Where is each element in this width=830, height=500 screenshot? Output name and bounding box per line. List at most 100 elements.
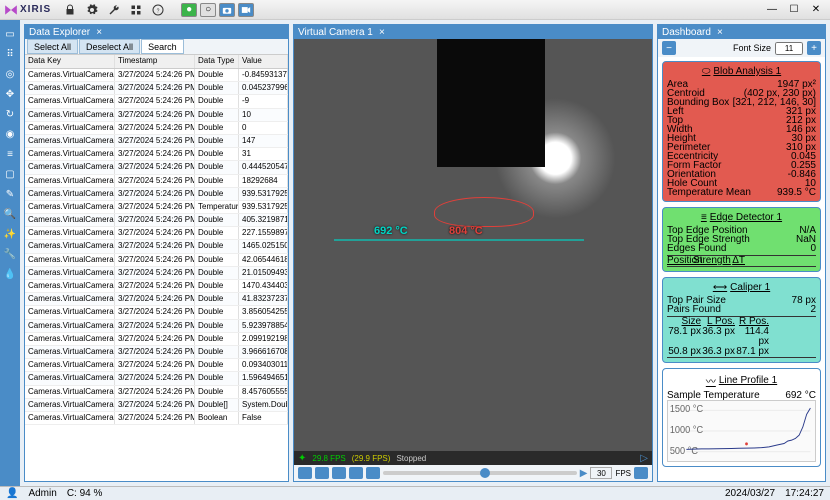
- table-row[interactable]: Cameras.VirtualCamera13/27/2024 5:24:26 …: [25, 135, 288, 148]
- lock-icon[interactable]: [63, 3, 77, 17]
- fps2-label: (29.9 FPS): [352, 454, 391, 463]
- play-button[interactable]: [332, 467, 346, 479]
- tool-drop2-icon[interactable]: 💧: [1, 265, 19, 283]
- table-row[interactable]: Cameras.VirtualCamera13/27/2024 5:24:26 …: [25, 254, 288, 267]
- col-value[interactable]: Value: [239, 55, 288, 68]
- tab-deselect-all[interactable]: Deselect All: [79, 39, 140, 54]
- table-row[interactable]: Cameras.VirtualCamera13/27/2024 5:24:26 …: [25, 214, 288, 227]
- table-row[interactable]: Cameras.VirtualCamera13/27/2024 5:24:26 …: [25, 109, 288, 122]
- data-grid: Data Key Timestamp Data Type Value Camer…: [25, 55, 288, 481]
- table-row[interactable]: Cameras.VirtualCamera13/27/2024 5:24:26 …: [25, 201, 288, 214]
- tool-wand-icon[interactable]: ✨: [1, 225, 19, 243]
- video-button[interactable]: [238, 3, 254, 17]
- dash-plus-button[interactable]: +: [807, 41, 821, 55]
- step-back-button[interactable]: [315, 467, 329, 479]
- prev-frame-button[interactable]: [298, 467, 312, 479]
- gear-icon[interactable]: [85, 3, 99, 17]
- svg-text:500 °C: 500 °C: [670, 446, 698, 457]
- settings-button[interactable]: [634, 467, 648, 479]
- table-row[interactable]: Cameras.VirtualCamera13/27/2024 5:24:26 …: [25, 320, 288, 333]
- frame-slider[interactable]: [383, 471, 577, 475]
- table-row[interactable]: Cameras.VirtualCamera13/27/2024 5:24:26 …: [25, 267, 288, 280]
- tool-drop-icon[interactable]: ◉: [1, 125, 19, 143]
- table-row[interactable]: Cameras.VirtualCamera13/27/2024 5:24:26 …: [25, 412, 288, 425]
- font-size-input[interactable]: [775, 42, 803, 55]
- maximize-button[interactable]: ☐: [784, 3, 804, 17]
- main-content: Data Explorer × Select All Deselect All …: [20, 20, 830, 486]
- svg-text:?: ?: [157, 8, 160, 14]
- date-label: 2024/03/27: [725, 488, 775, 499]
- col-datakey[interactable]: Data Key: [25, 55, 115, 68]
- grid-icon[interactable]: [129, 3, 143, 17]
- camera-panel: Virtual Camera 1 × 692 °C 804 °C ✦ 29.8 …: [293, 24, 653, 482]
- minimize-button[interactable]: —: [762, 3, 782, 17]
- tool-rotate-icon[interactable]: ↻: [1, 105, 19, 123]
- table-row[interactable]: Cameras.VirtualCamera13/27/2024 5:24:26 …: [25, 82, 288, 95]
- expand-right-icon[interactable]: ▷: [640, 453, 648, 464]
- table-row[interactable]: Cameras.VirtualCamera13/27/2024 5:24:26 …: [25, 359, 288, 372]
- tool-target-icon[interactable]: ◎: [1, 65, 19, 83]
- card-edge: ≡Edge Detector 1 Top Edge PositionN/ATop…: [662, 207, 821, 272]
- tool-pen-icon[interactable]: ✎: [1, 185, 19, 203]
- table-row[interactable]: Cameras.VirtualCamera13/27/2024 5:24:26 …: [25, 346, 288, 359]
- camera-title: Virtual Camera 1 ×: [294, 25, 652, 39]
- tool-magnify-icon[interactable]: 🔍: [1, 205, 19, 223]
- table-row[interactable]: Cameras.VirtualCamera13/27/2024 5:24:26 …: [25, 293, 288, 306]
- table-row[interactable]: Cameras.VirtualCamera13/27/2024 5:24:26 …: [25, 333, 288, 346]
- col-timestamp[interactable]: Timestamp: [115, 55, 195, 68]
- fps-label-text: FPS: [615, 469, 631, 478]
- tab-select-all[interactable]: Select All: [27, 39, 78, 54]
- fps-input[interactable]: 30: [590, 467, 612, 479]
- user-label: Admin: [28, 488, 56, 499]
- tool-rect-icon[interactable]: ▢: [1, 165, 19, 183]
- svg-text:1000 °C: 1000 °C: [670, 425, 703, 436]
- statusbar: 👤 Admin C: 94 % 2024/03/27 17:24:27: [0, 486, 830, 500]
- table-row[interactable]: Cameras.VirtualCamera13/27/2024 5:24:26 …: [25, 188, 288, 201]
- table-row[interactable]: Cameras.VirtualCamera13/27/2024 5:24:26 …: [25, 175, 288, 188]
- tab-search[interactable]: Search: [141, 39, 184, 54]
- table-row[interactable]: Cameras.VirtualCamera13/27/2024 5:24:26 …: [25, 95, 288, 108]
- next-frame-button[interactable]: [366, 467, 380, 479]
- table-row[interactable]: Cameras.VirtualCamera13/27/2024 5:24:26 …: [25, 386, 288, 399]
- help-icon[interactable]: ?: [151, 3, 165, 17]
- tool-wrench2-icon[interactable]: 🔧: [1, 245, 19, 263]
- dashboard-panel: Dashboard × − Font Size + ⬭Blob Analysis…: [657, 24, 826, 482]
- blob-overlay: [434, 197, 534, 227]
- table-row[interactable]: Cameras.VirtualCamera13/27/2024 5:24:26 …: [25, 240, 288, 253]
- table-row[interactable]: Cameras.VirtualCamera13/27/2024 5:24:26 …: [25, 148, 288, 161]
- camera-view[interactable]: 692 °C 804 °C ✦ 29.8 FPS (29.9 FPS) Stop…: [294, 39, 652, 465]
- table-row[interactable]: Cameras.VirtualCamera13/27/2024 5:24:26 …: [25, 399, 288, 412]
- tool-dots-icon[interactable]: ⠿: [1, 45, 19, 63]
- snapshot-button[interactable]: [219, 3, 235, 17]
- explorer-tabs: Select All Deselect All Search: [25, 39, 288, 55]
- close-camera-icon[interactable]: ×: [377, 27, 387, 37]
- stop-record-button[interactable]: ○: [200, 3, 216, 17]
- table-row[interactable]: Cameras.VirtualCamera13/27/2024 5:24:26 …: [25, 280, 288, 293]
- wrench-icon[interactable]: [107, 3, 121, 17]
- table-row[interactable]: Cameras.VirtualCamera13/27/2024 5:24:26 …: [25, 372, 288, 385]
- tool-move-icon[interactable]: ✥: [1, 85, 19, 103]
- dash-minus-button[interactable]: −: [662, 41, 676, 55]
- card-caliper: ⟷Caliper 1 Top Pair Size78 pxPairs Found…: [662, 277, 821, 363]
- line-icon: 〰: [706, 373, 716, 388]
- user-icon: 👤: [6, 488, 18, 499]
- tool-pointer-icon[interactable]: ▭: [1, 25, 19, 43]
- close-button[interactable]: ✕: [806, 3, 826, 17]
- table-row[interactable]: Cameras.VirtualCamera13/27/2024 5:24:26 …: [25, 161, 288, 174]
- data-explorer-title: Data Explorer ×: [25, 25, 288, 39]
- table-row[interactable]: Cameras.VirtualCamera13/27/2024 5:24:26 …: [25, 122, 288, 135]
- card-line: 〰Line Profile 1 Sample Temperature692 °C…: [662, 368, 821, 467]
- data-explorer-panel: Data Explorer × Select All Deselect All …: [24, 24, 289, 482]
- table-row[interactable]: Cameras.VirtualCamera13/27/2024 5:24:26 …: [25, 306, 288, 319]
- step-fwd-button[interactable]: [349, 467, 363, 479]
- record-button[interactable]: ●: [181, 3, 197, 17]
- caliper-icon: ⟷: [713, 282, 727, 293]
- col-datatype[interactable]: Data Type: [195, 55, 239, 68]
- table-row[interactable]: Cameras.VirtualCamera13/27/2024 5:24:26 …: [25, 69, 288, 82]
- close-panel-icon[interactable]: ×: [94, 27, 104, 37]
- close-dash-icon[interactable]: ×: [715, 27, 725, 37]
- tool-rows-icon[interactable]: ≡: [1, 145, 19, 163]
- table-row[interactable]: Cameras.VirtualCamera13/27/2024 5:24:26 …: [25, 227, 288, 240]
- card-blob: ⬭Blob Analysis 1 Area1947 px²Centroid(40…: [662, 61, 821, 202]
- play-icon[interactable]: ▶: [580, 468, 588, 479]
